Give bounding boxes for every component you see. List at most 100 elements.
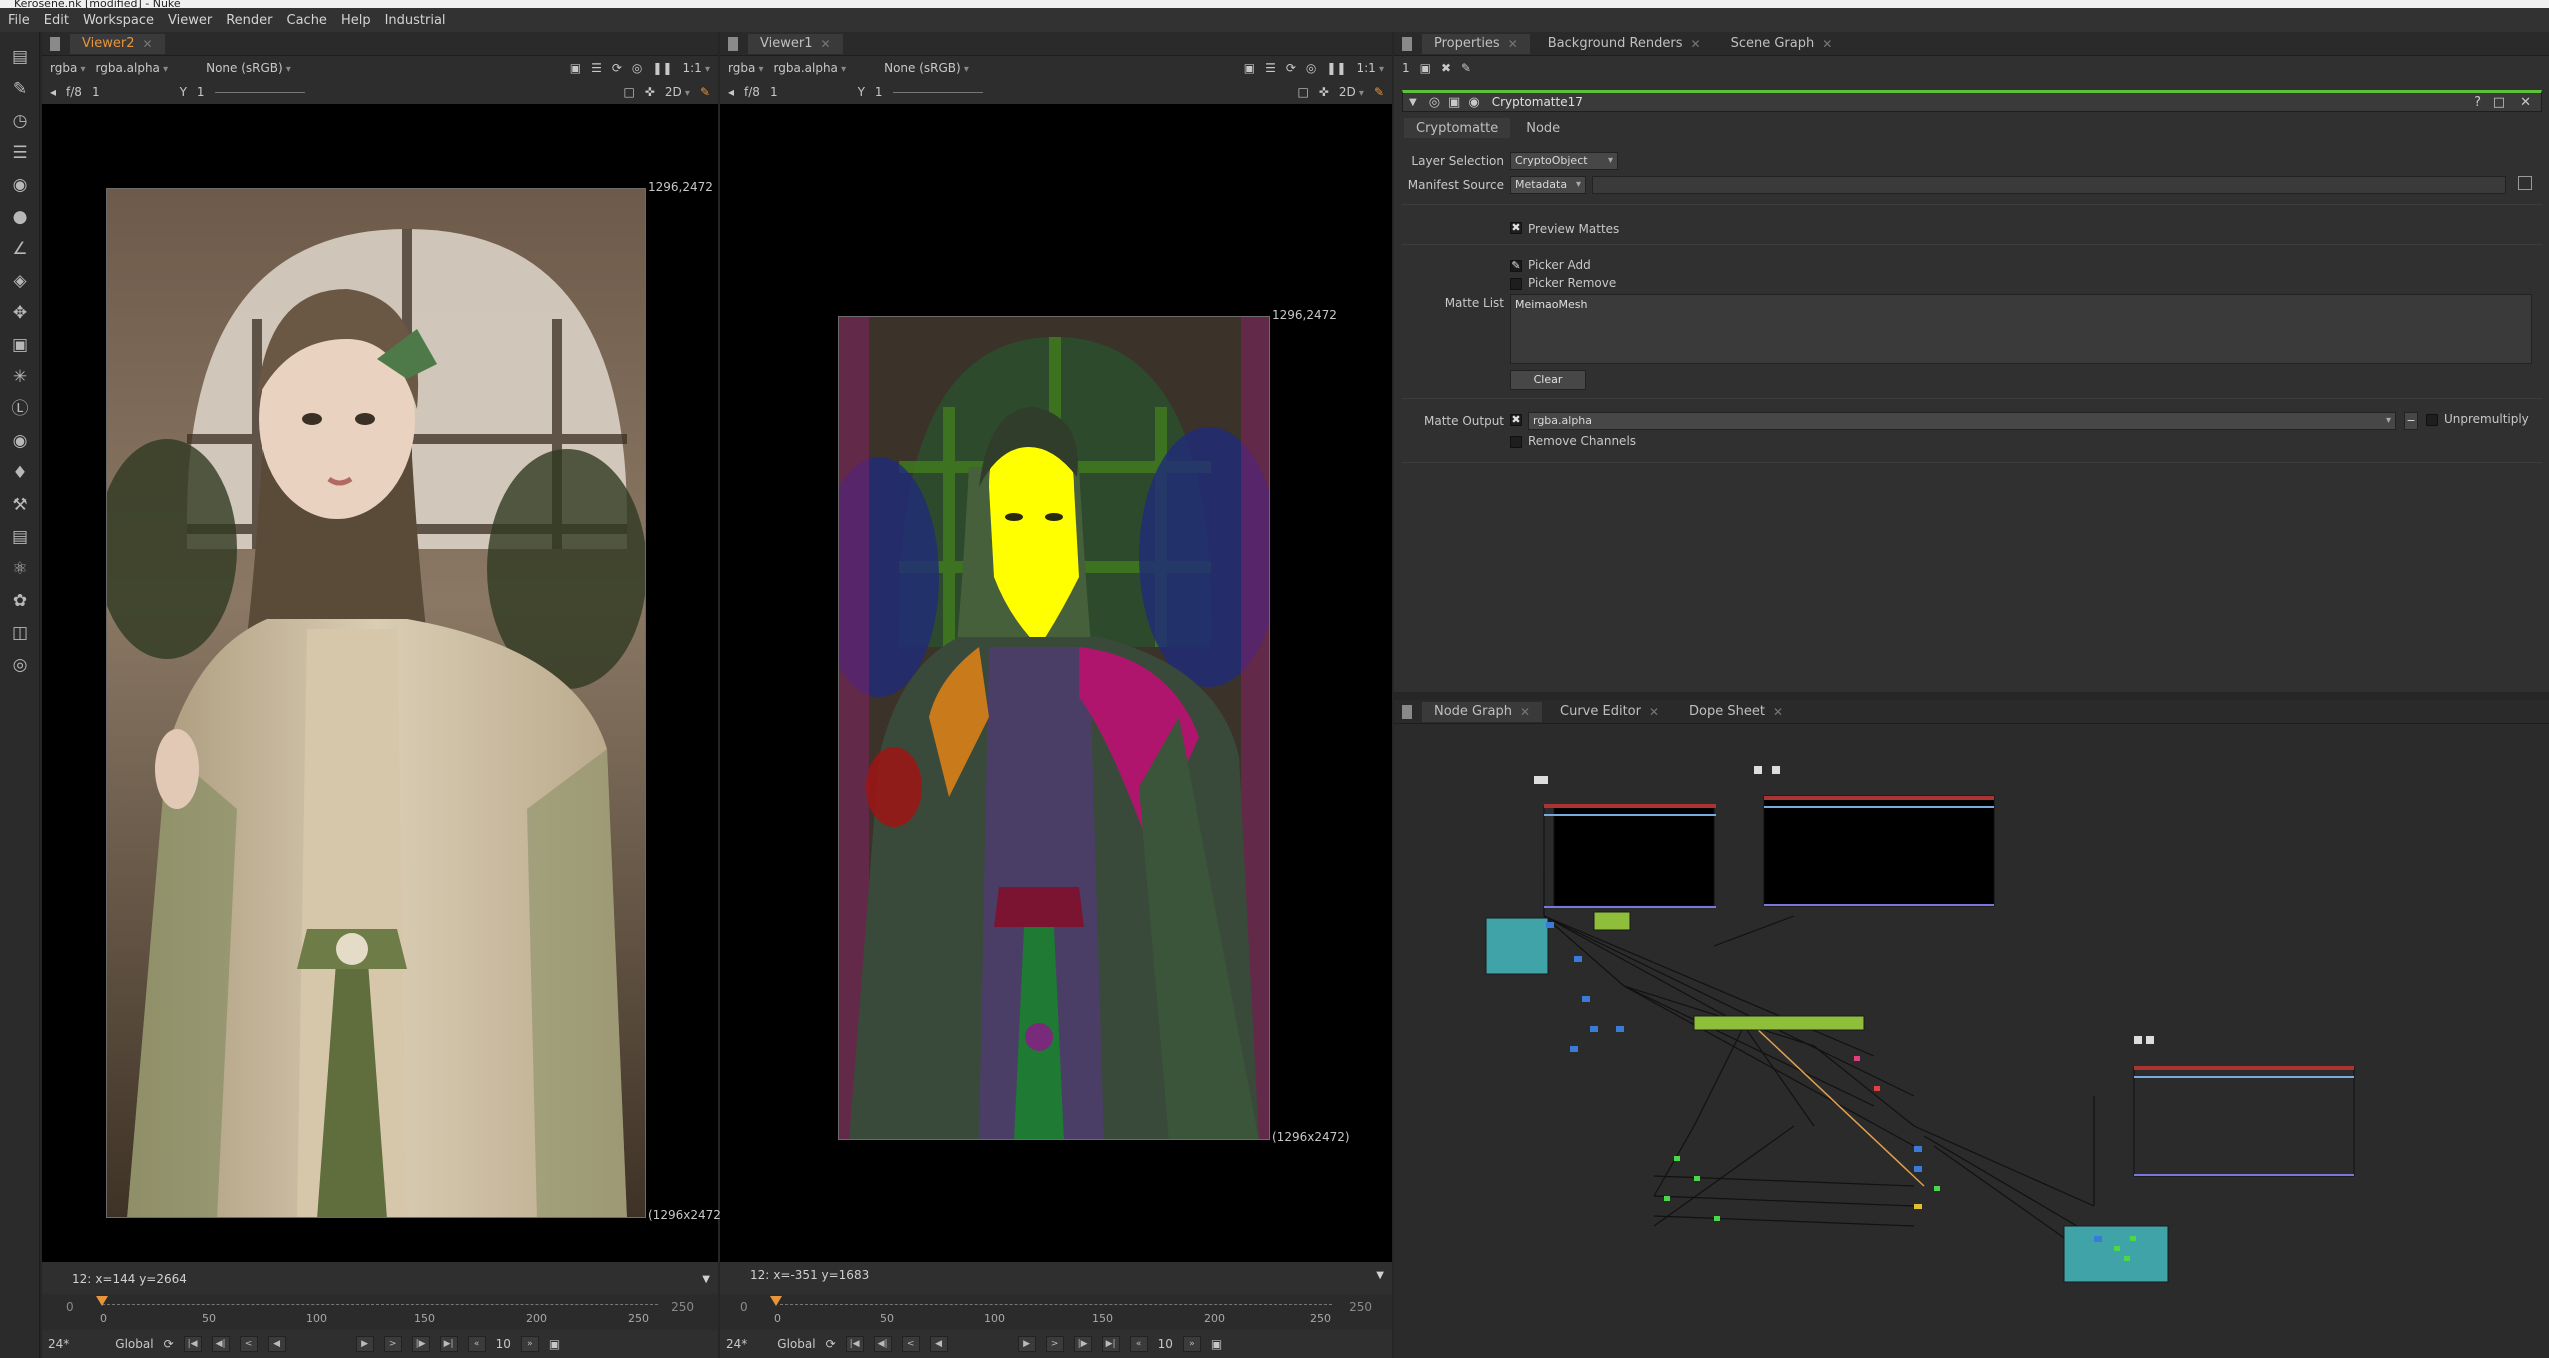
- panel-count[interactable]: 1: [1402, 61, 1410, 75]
- matte-output-dropdown[interactable]: rgba.alpha: [1528, 412, 2396, 430]
- view-mode-dropdown[interactable]: 2D: [665, 85, 690, 99]
- play-button[interactable]: ▶: [355, 1336, 374, 1352]
- other-icon[interactable]: ▤: [9, 526, 31, 548]
- snapshot-icon[interactable]: ◉: [1468, 95, 1479, 110]
- preview-mattes-checkbox[interactable]: ✖: [1510, 222, 1522, 234]
- channel-icon[interactable]: ☰: [9, 142, 31, 164]
- particles-icon[interactable]: ✳: [9, 366, 31, 388]
- menu-workspace[interactable]: Workspace: [83, 13, 154, 28]
- menu-file[interactable]: File: [8, 13, 30, 28]
- views-icon[interactable]: ◉: [9, 430, 31, 452]
- viewer2-viewport[interactable]: 1296,2472 (1296x2472): [42, 104, 726, 1262]
- next-key-button[interactable]: |▶: [411, 1336, 430, 1352]
- fstop-value[interactable]: f/8: [66, 85, 82, 99]
- pane-grip-icon[interactable]: [50, 36, 60, 51]
- transform-icon[interactable]: ✥: [9, 302, 31, 324]
- node-green-1[interactable]: [1593, 911, 1631, 931]
- paint-brush-icon[interactable]: ✎: [700, 85, 710, 99]
- next-key-button[interactable]: |▶: [1073, 1336, 1092, 1352]
- scope-dropdown[interactable]: Global: [115, 1337, 153, 1351]
- layer-selection-dropdown[interactable]: CryptoObject: [1510, 152, 1618, 170]
- playhead-marker[interactable]: [96, 1296, 108, 1306]
- view-mode-dropdown[interactable]: 2D: [1339, 85, 1364, 99]
- tab-node-graph[interactable]: Node Graph ✕: [1422, 701, 1542, 722]
- step-back-button[interactable]: <: [901, 1336, 920, 1352]
- merge-icon[interactable]: ◈: [9, 270, 31, 292]
- lock-icon[interactable]: ▣: [1211, 1337, 1222, 1351]
- skip-back-button[interactable]: «: [1129, 1336, 1148, 1352]
- keyer-icon[interactable]: ∠: [9, 238, 31, 260]
- zoom-dropdown[interactable]: 1:1: [1356, 61, 1384, 75]
- refresh-icon[interactable]: ⟳: [1286, 61, 1296, 75]
- cara-icon[interactable]: ◫: [9, 622, 31, 644]
- play-back-button[interactable]: ◀: [267, 1336, 286, 1352]
- alpha-dropdown[interactable]: rgba.alpha: [774, 61, 847, 75]
- backdrop-node-teal-2[interactable]: [2063, 1225, 2169, 1283]
- furnace-icon[interactable]: ⚛: [9, 558, 31, 580]
- close-icon[interactable]: ✕: [820, 37, 830, 51]
- step-back-button[interactable]: <: [239, 1336, 258, 1352]
- menu-industrial[interactable]: Industrial: [385, 13, 446, 28]
- tab-viewer2[interactable]: Viewer2 ✕: [70, 33, 165, 54]
- viewer1-timeline[interactable]: 0 0 50 100 150 200 250 250: [720, 1294, 1392, 1330]
- play-button[interactable]: ▶: [1017, 1336, 1036, 1352]
- tab-dope-sheet[interactable]: Dope Sheet ✕: [1677, 702, 1795, 722]
- last-frame-button[interactable]: ▶|: [1101, 1336, 1120, 1352]
- matte-list-field[interactable]: MeimaoMesh: [1510, 294, 2532, 364]
- loop-icon[interactable]: ⟳: [164, 1337, 174, 1351]
- prev-key-button[interactable]: ◀|: [211, 1336, 230, 1352]
- viewer1-viewport[interactable]: 1296,2472 (1296x2472): [720, 104, 1392, 1262]
- play-back-button[interactable]: ◀: [929, 1336, 948, 1352]
- skip-back-button[interactable]: «: [467, 1336, 486, 1352]
- toolsets-icon[interactable]: ⚒: [9, 494, 31, 516]
- ocula-icon[interactable]: ✿: [9, 590, 31, 612]
- close-icon[interactable]: ✕: [1649, 705, 1659, 719]
- first-frame-button[interactable]: |◀: [183, 1336, 202, 1352]
- close-icon[interactable]: ✕: [1773, 705, 1783, 719]
- node-graph-canvas[interactable]: [1394, 726, 2549, 1358]
- crosshair-icon[interactable]: ✜: [1319, 85, 1329, 99]
- node-green-row[interactable]: [1693, 1015, 1865, 1031]
- node-name-field[interactable]: Cryptomatte17: [1492, 95, 1583, 109]
- zoom-dropdown[interactable]: 1:1: [682, 61, 710, 75]
- edit-icon[interactable]: ✎: [1461, 61, 1471, 75]
- roi-icon[interactable]: ▣: [1244, 61, 1255, 75]
- tab-curve-editor[interactable]: Curve Editor ✕: [1548, 702, 1671, 722]
- pane-grip-icon[interactable]: [1402, 36, 1412, 51]
- menu-viewer[interactable]: Viewer: [168, 13, 212, 28]
- close-icon[interactable]: ✕: [1520, 705, 1530, 719]
- plugin-icon[interactable]: ◎: [9, 654, 31, 676]
- manifest-source-dropdown[interactable]: Metadata: [1510, 176, 1586, 194]
- tab-background-renders[interactable]: Background Renders ✕: [1536, 34, 1713, 54]
- close-panel-icon[interactable]: ✕: [2520, 95, 2531, 110]
- tab-properties[interactable]: Properties ✕: [1422, 33, 1530, 54]
- fstop-icon[interactable]: ◂: [50, 85, 56, 99]
- center-node-icon[interactable]: ▣: [1448, 95, 1460, 110]
- crosshair-icon[interactable]: ✜: [645, 85, 655, 99]
- metadata-icon[interactable]: ♦: [9, 462, 31, 484]
- scope-dropdown[interactable]: Global: [777, 1337, 815, 1351]
- channels-dropdown[interactable]: rgba: [728, 61, 764, 75]
- list-icon[interactable]: ☰: [591, 61, 602, 75]
- last-frame-button[interactable]: ▶|: [439, 1336, 458, 1352]
- deep-icon[interactable]: Ⓛ: [9, 398, 31, 420]
- first-frame-button[interactable]: |◀: [845, 1336, 864, 1352]
- float-panel-icon[interactable]: □: [2493, 95, 2505, 110]
- clear-panels-icon[interactable]: ✖: [1441, 61, 1451, 75]
- tab-viewer1[interactable]: Viewer1 ✕: [748, 33, 843, 54]
- step-value[interactable]: 10: [496, 1337, 511, 1351]
- menu-edit[interactable]: Edit: [44, 13, 69, 28]
- roi-select-icon[interactable]: □: [623, 85, 634, 99]
- pause-icon[interactable]: ❚❚: [1326, 61, 1346, 75]
- roi-select-icon[interactable]: □: [1297, 85, 1308, 99]
- expand-arrow-icon[interactable]: ▼: [702, 1274, 710, 1285]
- picker-add-checkbox[interactable]: ✎: [1510, 260, 1522, 272]
- menu-help[interactable]: Help: [341, 13, 371, 28]
- step-forward-button[interactable]: >: [383, 1336, 402, 1352]
- lut-dropdown[interactable]: None (sRGB): [884, 61, 969, 75]
- remove-channels-checkbox[interactable]: [1510, 436, 1522, 448]
- timeline-track[interactable]: [102, 1304, 658, 1305]
- step-value[interactable]: 10: [1158, 1337, 1173, 1351]
- expand-arrow-icon[interactable]: ▼: [1376, 1270, 1384, 1281]
- close-icon[interactable]: ✕: [1691, 37, 1701, 51]
